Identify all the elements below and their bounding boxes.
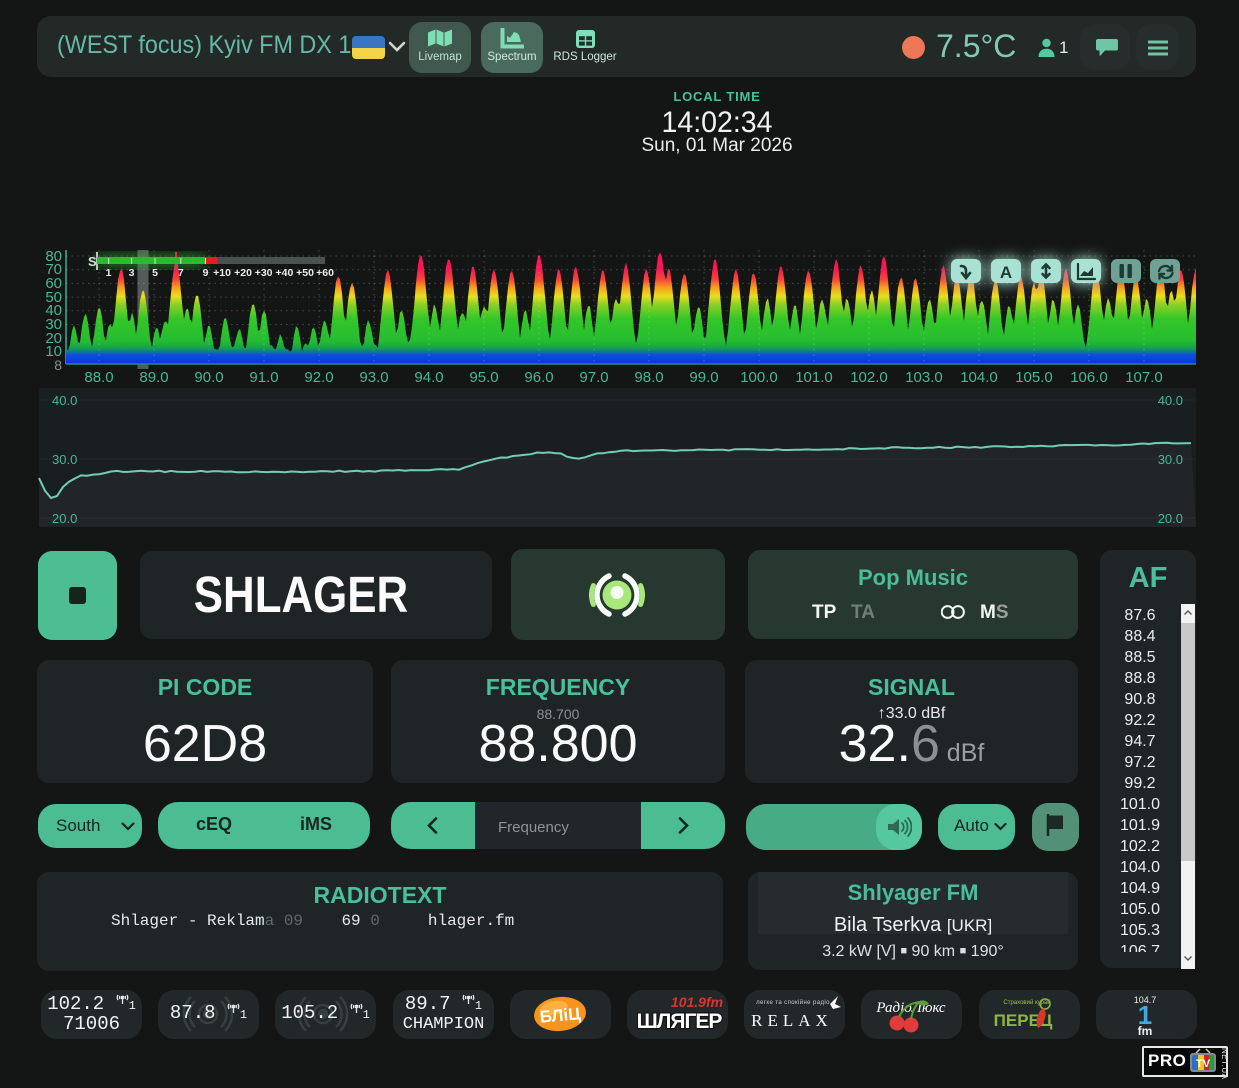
svg-text:20.0: 20.0 (1158, 511, 1183, 526)
svg-text:Страховий курай: Страховий курай (1003, 999, 1050, 1006)
svg-text:40.0: 40.0 (52, 393, 77, 408)
svg-text:30.0: 30.0 (1158, 452, 1183, 467)
svg-text:fm: fm (1138, 1024, 1153, 1038)
svg-text:30.0: 30.0 (52, 452, 77, 467)
svg-text:легке та спокійне радіо: легке та спокійне радіо (756, 999, 830, 1006)
svg-text:101.9fm: 101.9fm (671, 994, 723, 1010)
svg-text:40.0: 40.0 (1158, 393, 1183, 408)
svg-text:20.0: 20.0 (52, 511, 77, 526)
svg-text:БЛіЦ: БЛіЦ (539, 1004, 582, 1027)
svg-text:TV: TV (1196, 1058, 1211, 1070)
svg-text:RELAX: RELAX (751, 1011, 833, 1030)
svg-text:РадіоЛюкс: РадіоЛюкс (875, 1000, 946, 1016)
svg-text:ШЛЯГЕР: ШЛЯГЕР (637, 1010, 723, 1033)
